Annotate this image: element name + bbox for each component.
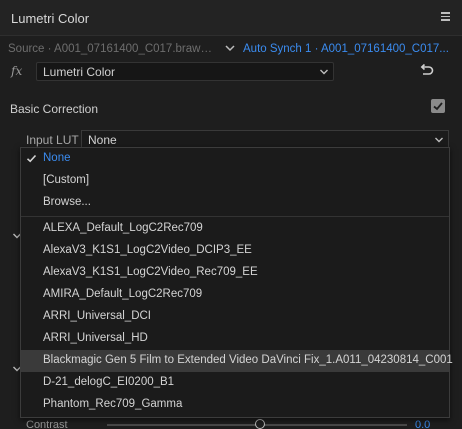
panel-menu-icon[interactable] [441,12,451,22]
lut-option-label: Phantom_Rec709_Gamma [43,398,183,410]
checkmark-icon [26,154,37,163]
fx-label: fx [11,64,23,78]
panel-header: Lumetri Color [0,0,462,36]
panel-title: Lumetri Color [11,11,90,26]
contrast-slider-knob[interactable] [255,419,265,429]
lut-option-custom[interactable]: [Custom] [21,170,449,192]
lut-option-item[interactable]: AlexaV3_K1S1_LogC2Video_DCIP3_EE [21,240,449,262]
input-lut-value: None [88,133,117,147]
chevron-down-icon [435,137,443,143]
chevron-down-icon[interactable] [224,42,236,54]
chevron-down-icon [320,69,328,75]
lut-option-label: [Custom] [43,174,90,186]
fx-row: fx Lumetri Color [0,62,462,82]
source-clip-tab[interactable]: Source · A001_07161400_C017.brawMul... [8,43,220,55]
effect-select-value: Lumetri Color [43,65,116,79]
input-lut-label: Input LUT [26,133,79,147]
input-lut-dropdown-list: None [Custom] Browse... ALEXA_Default_Lo… [20,147,453,418]
lut-option-label: AMIRA_Default_LogC2Rec709 [43,288,203,300]
lut-option-browse[interactable]: Browse... [21,192,449,214]
lut-option-label: Blackmagic Gen 5 Film to Extended Video … [43,354,453,366]
lut-option-item[interactable]: D-21_delogC_EI0200_B1 [21,372,449,394]
contrast-value[interactable]: 0.0 [415,419,430,429]
contrast-label: Contrast [26,419,68,429]
source-row: Source · A001_07161400_C017.brawMul... A… [0,38,462,62]
lut-option-label: ALEXA_Default_LogC2Rec709 [43,222,203,234]
effect-select[interactable]: Lumetri Color [36,62,334,81]
lut-option-item[interactable]: AlexaV3_K1S1_LogC2Video_Rec709_EE [21,262,449,284]
lut-option-label: Browse... [43,196,91,208]
lut-option-label: AlexaV3_K1S1_LogC2Video_Rec709_EE [43,266,258,278]
lut-option-label: AlexaV3_K1S1_LogC2Video_DCIP3_EE [43,244,252,256]
lumetri-color-panel: Lumetri Color Source · A001_07161400_C01… [0,0,462,429]
lut-option-item[interactable]: ARRI_Universal_HD [21,328,449,350]
input-lut-select[interactable]: None [81,130,449,148]
lut-option-item-hovered[interactable]: Blackmagic Gen 5 Film to Extended Video … [21,350,453,372]
lut-option-item[interactable]: Phantom_Rec709_Gamma [21,394,449,416]
lut-option-item[interactable]: ARRI_Universal_DCI [21,306,449,328]
lut-option-label: D-21_delogC_EI0200_B1 [43,376,175,388]
basic-correction-label[interactable]: Basic Correction [10,102,98,116]
lut-option-item[interactable]: ALEXA_Default_LogC2Rec709 [21,218,449,240]
input-lut-row: Input LUT None [0,130,462,148]
checkmark-icon [433,102,443,111]
sequence-clip-tab[interactable]: Auto Synch 1 · A001_07161400_C017... [243,43,449,55]
reset-icon[interactable] [418,62,434,78]
lut-option-label: ARRI_Universal_DCI [43,310,152,322]
lut-option-item[interactable]: AMIRA_Default_LogC2Rec709 [21,284,449,306]
lut-option-label: ARRI_Universal_HD [43,332,148,344]
list-separator [21,216,449,217]
basic-correction-checkbox[interactable] [431,99,445,113]
lut-option-none[interactable]: None [21,148,449,170]
lut-option-label: None [43,152,71,164]
